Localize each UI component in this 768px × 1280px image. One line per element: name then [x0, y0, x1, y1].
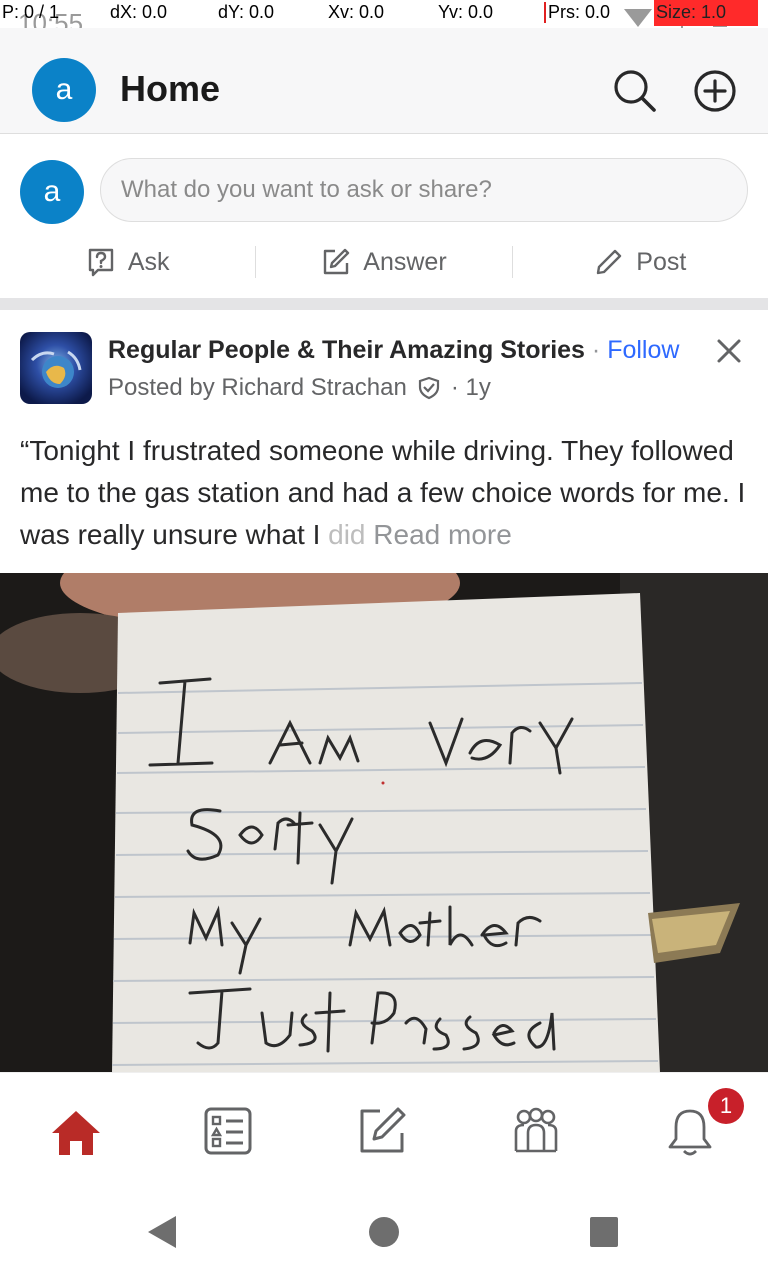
circle-home-icon	[369, 1217, 399, 1247]
question-icon	[88, 248, 114, 277]
handwritten-note-photo	[0, 573, 768, 1073]
home-nav-button[interactable]	[368, 1214, 400, 1255]
posted-by-text[interactable]: Posted by Richard Strachan	[108, 374, 407, 402]
debug-dy: dY: 0.0	[218, 2, 275, 22]
add-button[interactable]	[692, 68, 738, 114]
post-button[interactable]: Post	[513, 236, 768, 288]
debug-prs: Prs: 0.0	[544, 2, 610, 23]
page-title: Home	[120, 68, 221, 109]
debug-p: P: 0 / 1	[2, 2, 60, 22]
search-icon	[614, 70, 656, 112]
space-header-line: Regular People & Their Amazing Stories ·…	[108, 336, 679, 365]
ask-label: Ask	[127, 247, 170, 276]
profile-avatar[interactable]: a	[32, 58, 96, 122]
pencil-icon	[597, 249, 622, 275]
status-bar: 10:55 P: 0 / 1 dX: 0.0 dY: 0.0 Xv: 0.0 Y…	[0, 0, 768, 38]
follow-button[interactable]: Follow	[607, 336, 679, 364]
read-more-link[interactable]: Read more	[373, 519, 512, 550]
ask-button[interactable]: Ask	[0, 236, 255, 288]
post-text-faded: did	[320, 519, 366, 550]
close-icon	[717, 339, 741, 363]
post-image[interactable]	[0, 573, 768, 1073]
bottom-tab-bar	[0, 1072, 768, 1190]
feed-post: Regular People & Their Amazing Stories ·…	[0, 310, 768, 1073]
space-name[interactable]: Regular People & Their Amazing Stories	[108, 336, 585, 364]
recents-button[interactable]	[588, 1214, 620, 1255]
post-body[interactable]: “Tonight I frustrated someone while driv…	[20, 430, 750, 556]
system-nav-bar	[0, 1190, 768, 1280]
back-button[interactable]	[146, 1214, 178, 1255]
moderator-shield-icon	[418, 376, 439, 400]
answer-button[interactable]: Answer	[256, 236, 511, 288]
composer-avatar[interactable]: a	[20, 160, 84, 224]
composer: a What do you want to ask or share? Ask …	[0, 134, 768, 300]
space-logo[interactable]	[20, 332, 92, 404]
answer-label: Answer	[363, 247, 447, 276]
notification-badge: 1	[708, 1088, 744, 1124]
back-icon	[148, 1216, 176, 1248]
separator-dot: ·	[591, 336, 601, 364]
search-button[interactable]	[612, 68, 658, 114]
debug-size: Size: 1.0	[654, 0, 759, 26]
pointer-debug-overlay: P: 0 / 1 dX: 0.0 dY: 0.0 Xv: 0.0 Yv: 0.0…	[0, 0, 768, 28]
composer-actions: Ask Answer Post	[0, 236, 768, 288]
tab-answer[interactable]	[354, 1103, 410, 1159]
tab-spaces[interactable]	[508, 1103, 564, 1159]
post-meta: Posted by Richard Strachan · 1y	[108, 374, 491, 402]
debug-xv: Xv: 0.0	[328, 2, 385, 22]
spaces-icon	[514, 1107, 558, 1153]
list-icon	[204, 1107, 252, 1155]
home-icon	[52, 1111, 100, 1155]
post-age: · 1y	[450, 374, 491, 401]
answer-icon	[360, 1107, 406, 1153]
recents-icon	[590, 1217, 618, 1247]
ask-share-input[interactable]: What do you want to ask or share?	[100, 158, 748, 222]
tab-home[interactable]	[48, 1103, 104, 1159]
section-divider	[0, 298, 768, 310]
add-circle-icon	[694, 70, 736, 112]
debug-yv: Yv: 0.0	[438, 2, 494, 22]
space-logo-image	[20, 332, 92, 404]
app-header: a Home	[0, 28, 768, 134]
tab-following[interactable]	[200, 1103, 256, 1159]
edit-icon	[324, 248, 350, 275]
debug-dx: dX: 0.0	[110, 2, 168, 22]
post-label: Post	[636, 247, 687, 276]
dismiss-post-button[interactable]	[714, 336, 744, 366]
